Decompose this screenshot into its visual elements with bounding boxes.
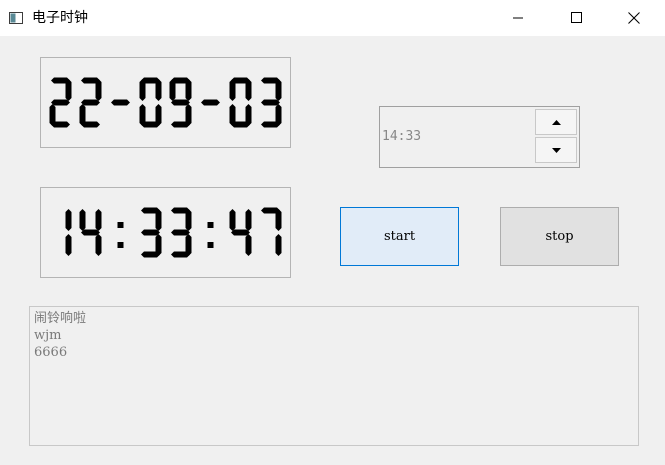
date-digit <box>139 77 162 128</box>
spin-down-button[interactable] <box>535 137 577 163</box>
time-digit <box>229 209 252 256</box>
time-colon <box>117 222 124 248</box>
date-dash <box>111 99 130 106</box>
close-icon <box>628 12 640 24</box>
alarm-time-edit[interactable]: 14:33 <box>379 106 580 168</box>
time-lcd-display <box>40 187 291 278</box>
time-lcd-digits <box>65 207 282 258</box>
start-button-label: start <box>383 229 416 244</box>
window-title: 电子时钟 <box>32 10 88 26</box>
spin-up-button[interactable] <box>535 109 577 135</box>
time-digit <box>261 207 282 256</box>
date-digit <box>79 77 102 128</box>
minimize-button[interactable] <box>489 0 547 36</box>
date-digit <box>261 77 282 128</box>
log-line: 闹铃响啦 <box>34 311 87 326</box>
date-digit <box>169 77 192 128</box>
start-button[interactable]: start <box>340 207 459 266</box>
time-digit <box>141 207 162 258</box>
log-line: 6666 <box>34 345 68 360</box>
time-colon <box>207 222 214 248</box>
app-icon <box>9 10 23 24</box>
date-lcd-display <box>40 57 291 148</box>
message-log[interactable]: 闹铃响啦 wjm 6666 <box>29 306 639 446</box>
stop-button-label: stop <box>545 229 574 244</box>
stop-button[interactable]: stop <box>500 207 619 266</box>
maximize-icon <box>571 12 582 23</box>
maximize-button[interactable] <box>547 0 605 36</box>
close-button[interactable] <box>605 0 663 36</box>
spin-down-icon <box>552 148 561 153</box>
spin-up-icon <box>552 120 561 125</box>
minimize-icon <box>513 17 523 19</box>
date-dash <box>201 99 220 106</box>
log-line: wjm <box>34 328 62 343</box>
time-digit <box>65 209 72 256</box>
time-digit <box>171 207 192 258</box>
date-digit <box>49 77 72 128</box>
date-digit <box>229 77 252 128</box>
date-lcd-digits <box>49 77 282 128</box>
title-bar: 电子时钟 <box>0 0 665 36</box>
time-digit <box>79 209 102 256</box>
alarm-time-value[interactable]: 14:33 <box>382 129 421 144</box>
